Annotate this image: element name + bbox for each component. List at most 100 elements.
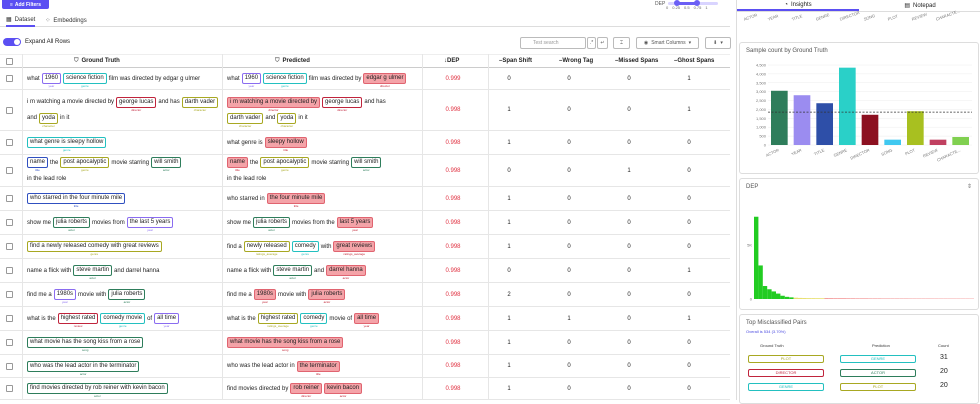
span-chip[interactable]: julia robertsactor	[53, 217, 90, 228]
table-row[interactable]: what1960yearscience fictiongenrefilm was…	[0, 68, 730, 90]
span-chip[interactable]: what movie has the song kiss from a rose…	[227, 337, 343, 348]
col-missed-spans[interactable]: –Missed Spans	[615, 58, 658, 64]
histogram-bar[interactable]	[772, 291, 776, 299]
bar[interactable]	[952, 137, 969, 145]
span-chip[interactable]: 1960year	[42, 73, 61, 84]
span-chip[interactable]: sleepy hollowtitle	[265, 137, 307, 148]
select-all-checkbox[interactable]	[6, 58, 13, 65]
bar[interactable]	[794, 95, 811, 145]
span-chip[interactable]: last 5 yearsyear	[337, 217, 374, 228]
row-checkbox[interactable]	[6, 155, 13, 186]
histogram-bar[interactable]	[802, 298, 806, 299]
row-checkbox[interactable]	[6, 378, 13, 399]
bar[interactable]	[862, 115, 879, 145]
histogram-bar[interactable]	[776, 294, 780, 299]
span-chip[interactable]: the last 5 yearsyear	[127, 217, 174, 228]
search-input[interactable]: Test search	[520, 37, 586, 49]
histogram-bar[interactable]	[820, 298, 824, 299]
span-chip[interactable]: find a newly released comedy with great …	[27, 241, 162, 252]
expand-all-toggle[interactable]	[3, 38, 21, 46]
table-row[interactable]: find movies directed by rob reiner with …	[0, 378, 730, 400]
histogram-bar[interactable]	[807, 298, 811, 299]
span-chip[interactable]: science fictiongenre	[263, 73, 307, 84]
histogram-bar[interactable]	[816, 298, 820, 299]
bar[interactable]	[884, 140, 901, 145]
tab-dataset[interactable]: ▦Dataset	[6, 14, 35, 27]
row-checkbox[interactable]	[6, 131, 13, 154]
col-predicted[interactable]: ⛉Predicted	[275, 58, 310, 65]
table-row[interactable]: show mejulia robertsactormovies fromthe …	[0, 211, 730, 235]
histogram-bar[interactable]	[767, 289, 771, 299]
span-chip[interactable]: all timeyear	[154, 313, 179, 324]
span-chip[interactable]: julia robertsactor	[308, 289, 345, 300]
table-row[interactable]: i m watching a movie directed bygeorge l…	[0, 90, 730, 131]
span-chip[interactable]: comedygenre	[300, 313, 327, 324]
col-dep[interactable]: ↓DEP	[444, 58, 459, 64]
tab-notepad[interactable]: ▤Notepad	[859, 0, 980, 11]
histogram-bar[interactable]	[785, 297, 789, 299]
span-chip[interactable]: who starred in the four minute miletitle	[27, 193, 125, 204]
table-row[interactable]: who starred in the four minute miletitle…	[0, 187, 730, 211]
span-chip[interactable]: steve martinactor	[273, 265, 312, 276]
span-chip[interactable]: will smithactor	[151, 157, 181, 168]
chevron-updown-icon[interactable]: ⇕	[967, 183, 972, 190]
col-span-shift[interactable]: –Span Shift	[499, 58, 532, 64]
histogram-bar[interactable]	[780, 296, 784, 299]
span-chip[interactable]: what movie has the song kiss from a rose…	[27, 337, 143, 348]
row-checkbox[interactable]	[6, 259, 13, 282]
histogram-bar[interactable]	[829, 298, 833, 299]
table-row[interactable]: nametitlethepost apocalypticgenremovie s…	[0, 155, 730, 187]
bar[interactable]	[816, 103, 833, 145]
histogram-bar[interactable]	[842, 298, 846, 299]
span-chip[interactable]: nametitle	[27, 157, 48, 168]
col-ground-truth[interactable]: ⛉Ground Truth	[74, 58, 120, 65]
regex-button[interactable]: .*	[587, 37, 596, 49]
table-row[interactable]: find me a1980syearmovie withjulia robert…	[0, 283, 730, 307]
histogram-bar[interactable]	[864, 298, 868, 299]
table-row[interactable]: who was the lead actor in the terminator…	[0, 355, 730, 378]
table-row[interactable]: what is thehighest ratedreviewcomedy mov…	[0, 307, 730, 331]
span-chip[interactable]: great reviewsratings_average	[333, 241, 375, 252]
add-filters-button[interactable]: ≡ Add Filters	[2, 0, 49, 9]
span-chip[interactable]: 1980syear	[54, 289, 76, 300]
span-chip[interactable]: the terminatortitle	[297, 361, 340, 372]
span-chip[interactable]: george lucasdirector	[116, 97, 156, 108]
table-row[interactable]: name a flick withsteve martinactorand da…	[0, 259, 730, 283]
enter-button[interactable]: ↵	[597, 37, 608, 49]
row-checkbox[interactable]	[6, 235, 13, 258]
export-button[interactable]: ⬇▾	[705, 37, 731, 49]
histogram-bar[interactable]	[789, 297, 793, 299]
span-chip[interactable]: find movies directed by rob reiner with …	[27, 383, 168, 394]
span-chip[interactable]: science fictiongenre	[63, 73, 107, 84]
span-chip[interactable]: i m watching a movie directed bydirector	[227, 97, 320, 108]
table-row[interactable]: what movie has the song kiss from a rose…	[0, 331, 730, 355]
span-chip[interactable]: post apocalypticgenre	[260, 157, 309, 168]
smart-columns-button[interactable]: ◉Smart Columns▾	[636, 37, 699, 49]
span-chip[interactable]: julia robertsactor	[108, 289, 145, 300]
row-checkbox[interactable]	[6, 307, 13, 330]
span-chip[interactable]: darth vadercharacter	[227, 113, 263, 124]
row-checkbox[interactable]	[6, 211, 13, 234]
span-chip[interactable]: the four minute miletitle	[267, 193, 326, 204]
histogram-bar[interactable]	[758, 265, 762, 299]
histogram-bar[interactable]	[794, 298, 798, 299]
histogram-bar[interactable]	[824, 298, 828, 299]
bar[interactable]	[839, 68, 856, 145]
span-chip[interactable]: 1960year	[242, 73, 261, 84]
bar[interactable]	[930, 140, 947, 145]
histogram-bar[interactable]	[833, 298, 837, 299]
row-checkbox[interactable]	[6, 331, 13, 354]
table-row[interactable]: what genre is sleepy hollowgenrewhat gen…	[0, 131, 730, 155]
row-checkbox[interactable]	[6, 355, 13, 377]
histogram-bar[interactable]	[798, 298, 802, 299]
col-wrong-tag[interactable]: –Wrong Tag	[559, 58, 593, 64]
span-chip[interactable]: julia robertsactor	[253, 217, 290, 228]
table-row[interactable]: find a newly released comedy with great …	[0, 235, 730, 259]
bar[interactable]	[771, 91, 788, 145]
span-chip[interactable]: nametitle	[227, 157, 248, 168]
tab-insights[interactable]: ◔Insights	[737, 0, 859, 11]
span-chip[interactable]: who was the lead actor in the terminator…	[27, 361, 139, 372]
bar[interactable]	[907, 111, 924, 145]
span-chip[interactable]: post apocalypticgenre	[60, 157, 109, 168]
span-chip[interactable]: comedygenre	[292, 241, 319, 252]
